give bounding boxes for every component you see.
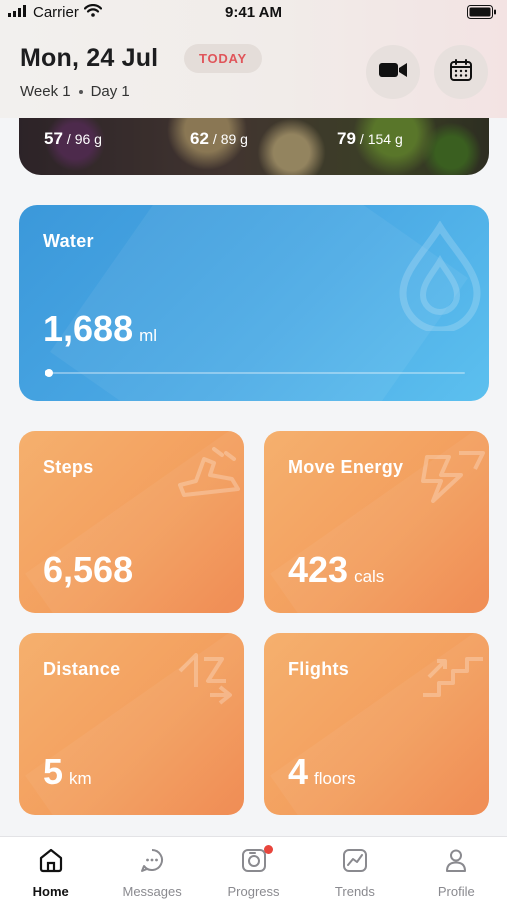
steps-card[interactable]: Steps 6,568: [19, 431, 244, 613]
distance-title: Distance: [43, 659, 121, 679]
distance-icon: [174, 647, 244, 722]
day-label: Day 1: [90, 83, 130, 100]
move-energy-value: 423: [288, 549, 349, 590]
distance-amount: 5 km: [43, 751, 92, 793]
app-header: Carrier 9:41 AM Mon, 24 Jul TODAY Week 1…: [0, 0, 507, 118]
macro-protein: 57 / 96 g: [44, 129, 102, 149]
messages-icon: [139, 847, 165, 878]
water-progress-bar: [45, 369, 465, 377]
flights-amount: 4 floors: [288, 751, 356, 793]
steps-amount: 6,568: [43, 549, 139, 591]
water-progress-knob: [45, 369, 53, 377]
flights-title: Flights: [288, 659, 350, 679]
nav-label: Profile: [437, 884, 475, 899]
nav-messages[interactable]: Messages: [101, 837, 202, 900]
stairs-icon: [419, 647, 489, 712]
bottom-nav: Home Messages Progress Trends Profile: [0, 836, 507, 900]
water-value: 1,688: [43, 308, 134, 349]
nav-trends[interactable]: Trends: [304, 837, 405, 900]
flights-value: 4: [288, 751, 309, 792]
nav-profile[interactable]: Profile: [406, 837, 507, 900]
macro-value: 57: [44, 129, 63, 148]
week-label: Week 1: [20, 83, 71, 100]
steps-value: 6,568: [43, 549, 134, 590]
shoe-icon: [174, 445, 244, 510]
week-day-row: Week 1 Day 1: [20, 83, 130, 100]
progress-icon: [241, 847, 267, 878]
notification-badge: [263, 845, 273, 854]
battery-icon: [467, 5, 497, 24]
profile-icon: [443, 847, 469, 878]
flights-card[interactable]: Flights 4 floors: [264, 633, 489, 815]
move-energy-amount: 423 cals: [288, 549, 384, 591]
calendar-button[interactable]: [434, 45, 488, 99]
macro-value: 79: [337, 129, 356, 148]
water-card[interactable]: Water 1,688 ml: [19, 205, 489, 401]
nav-label: Trends: [334, 884, 375, 899]
move-energy-unit: cals: [354, 567, 385, 586]
home-icon: [38, 847, 64, 878]
macro-carbs: 62 / 89 g: [190, 129, 248, 149]
nav-home[interactable]: Home: [0, 837, 101, 900]
clock: 9:41 AM: [225, 4, 282, 21]
macro-target: / 89 g: [212, 131, 248, 147]
nav-progress[interactable]: Progress: [203, 837, 304, 900]
nav-label: Messages: [122, 884, 182, 899]
water-title: Water: [43, 231, 94, 251]
trends-icon: [342, 847, 368, 878]
page-title: Mon, 24 Jul: [20, 44, 159, 72]
flights-unit: floors: [314, 769, 356, 788]
calendar-icon: [449, 58, 473, 87]
steps-title: Steps: [43, 457, 94, 477]
macro-target: / 154 g: [359, 131, 403, 147]
water-amount: 1,688 ml: [43, 308, 157, 350]
nav-label: Home: [32, 884, 69, 899]
distance-unit: km: [69, 769, 92, 788]
distance-card[interactable]: Distance 5 km: [19, 633, 244, 815]
separator-dot: [78, 89, 83, 94]
move-energy-card[interactable]: Move Energy 423 cals: [264, 431, 489, 613]
move-energy-title: Move Energy: [288, 457, 404, 477]
nav-label: Progress: [227, 884, 280, 899]
macro-value: 62: [190, 129, 209, 148]
today-badge[interactable]: TODAY: [184, 44, 262, 73]
distance-value: 5: [43, 751, 64, 792]
status-bar: Carrier 9:41 AM: [0, 0, 507, 26]
water-drop-icon: [395, 220, 485, 336]
lightning-icon: [419, 445, 489, 510]
video-button[interactable]: [366, 45, 420, 99]
video-icon: [378, 60, 408, 85]
macro-fat: 79 / 154 g: [337, 129, 403, 149]
macro-target: / 96 g: [66, 131, 102, 147]
water-unit: ml: [139, 326, 158, 345]
